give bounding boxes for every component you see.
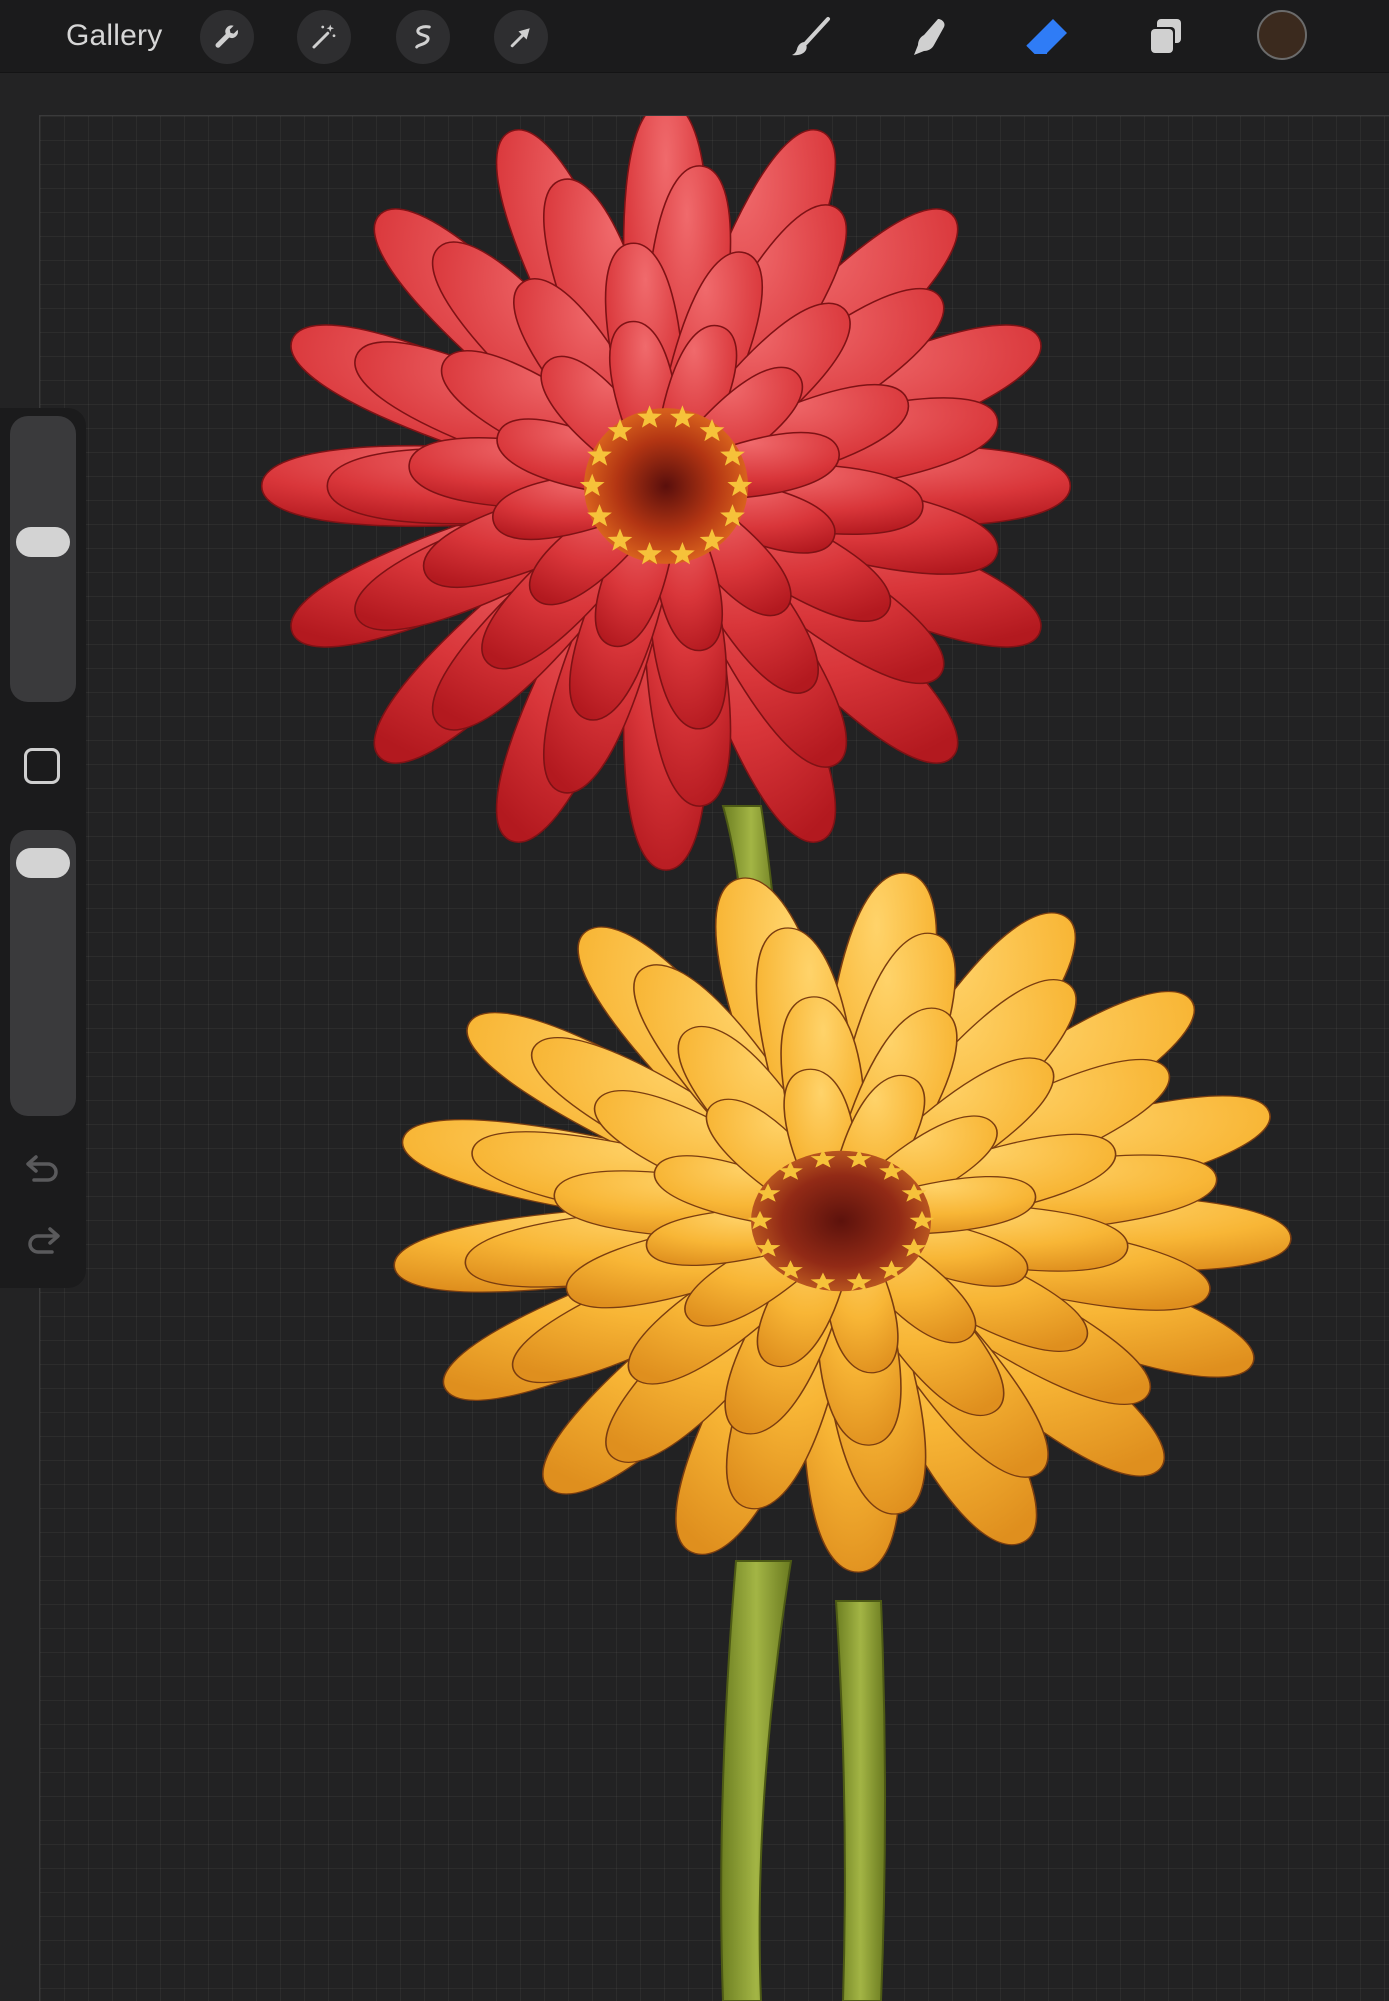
brush-size-slider[interactable] [10, 416, 76, 702]
yellow-zinnia-flower [393, 872, 1292, 1573]
stem-right [834, 1600, 886, 2001]
left-sidebar [0, 408, 86, 1288]
selection-icon [415, 25, 431, 49]
undo-button[interactable] [22, 1154, 64, 1190]
layers-button[interactable] [1139, 12, 1191, 62]
opacity-slider[interactable] [10, 830, 76, 1116]
opacity-thumb[interactable] [16, 848, 70, 879]
zinnia-artwork [260, 116, 1292, 2001]
eraser-button[interactable] [1021, 12, 1073, 62]
redo-icon [28, 1227, 60, 1254]
transform-button[interactable] [494, 10, 548, 64]
top-toolbar: Gallery [0, 0, 1389, 73]
actions-button[interactable] [200, 10, 254, 64]
brush-button[interactable] [784, 12, 836, 62]
redo-button[interactable] [22, 1226, 64, 1262]
brush-size-thumb[interactable] [16, 526, 70, 557]
adjustments-button[interactable] [297, 10, 351, 64]
stem-left [720, 1560, 793, 2001]
transform-arrow-icon [510, 28, 530, 48]
undo-icon [26, 1155, 58, 1182]
magic-wand-icon [312, 24, 336, 49]
smudge-button[interactable] [902, 12, 954, 62]
smudge-icon [914, 19, 945, 55]
flower-center [751, 1150, 931, 1292]
flower-center [584, 408, 748, 564]
drawing-canvas[interactable] [39, 115, 1389, 2001]
eraser-icon [1026, 19, 1067, 54]
layers-icon [1149, 19, 1181, 55]
modify-button[interactable] [24, 748, 60, 784]
wrench-icon [215, 25, 238, 48]
brush-icon [792, 17, 830, 56]
selection-button[interactable] [396, 10, 450, 64]
gallery-button[interactable]: Gallery [66, 18, 162, 54]
color-picker-button[interactable] [1257, 10, 1307, 60]
red-zinnia-flower [260, 116, 1072, 871]
